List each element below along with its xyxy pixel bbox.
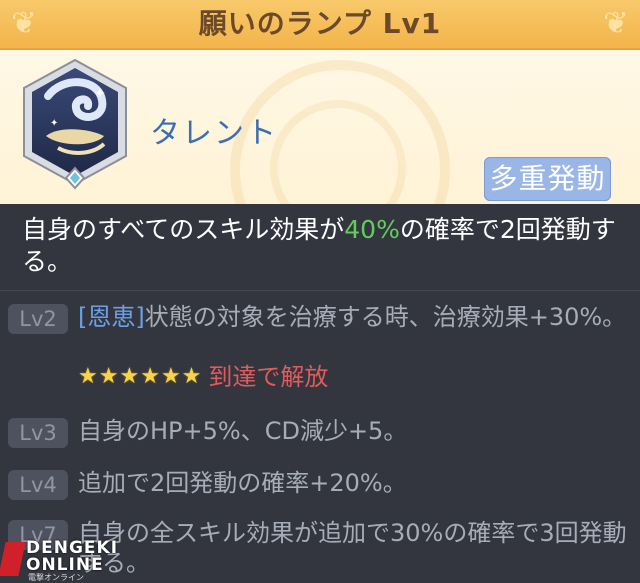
skill-title: 願いのランプ Lv1 [198, 7, 442, 40]
skill-category: タレント [150, 116, 278, 151]
watermark-logo: DENGEKI ONLINE 電撃オンライン [0, 538, 130, 582]
skill-header: ❦ 願いのランプ Lv1 ❦ [0, 0, 640, 50]
star-icon: ★ [181, 364, 202, 389]
ornament-icon: ❦ [603, 6, 629, 41]
star-icon: ★ [160, 364, 181, 389]
level-badge: Lv4 [8, 470, 68, 500]
effect-text: 状態の対象を治療する時、治療効果+30%。 [144, 303, 627, 331]
level-effect-text: [恩恵]状態の対象を治療する時、治療効果+30%。 [78, 302, 634, 332]
star-icon: ★ [119, 364, 140, 389]
svg-text:✦: ✦ [50, 118, 58, 129]
star-requirement: ★ ★ ★ ★ ★ ★ 到達で解放 [78, 362, 328, 392]
keyword-label: [恩恵] [78, 303, 145, 331]
skill-type-badge: 多重発動 [484, 157, 611, 201]
star-icon: ★ [140, 364, 160, 389]
description-percent: 40% [344, 215, 400, 244]
divider [0, 290, 640, 291]
level-effect-text: 自身の全スキル効果が追加で30%の確率で3回発動する。 [78, 519, 627, 577]
skill-description: 自身のすべてのスキル効果が40%の確率で2回発動する。 [22, 214, 622, 278]
level-effect-text: 自身のHP+5%、CD減少+5。 [78, 417, 408, 445]
description-text: 自身のすべてのスキル効果が [22, 215, 345, 244]
level-badge: Lv2 [8, 304, 68, 334]
svg-text:✦: ✦ [94, 86, 106, 102]
star-icon: ★ [98, 364, 119, 389]
dengeki-logo-icon [0, 542, 26, 576]
unlock-condition: 到達で解放 [208, 363, 329, 391]
level-effect-text: 追加で2回発動の確率+20%。 [78, 469, 407, 497]
watermark-line3: 電撃オンライン [28, 573, 84, 582]
wish-lamp-icon: ✦ ✦ [18, 56, 132, 192]
level-badge: Lv3 [8, 418, 68, 448]
star-icon: ★ [78, 364, 98, 389]
